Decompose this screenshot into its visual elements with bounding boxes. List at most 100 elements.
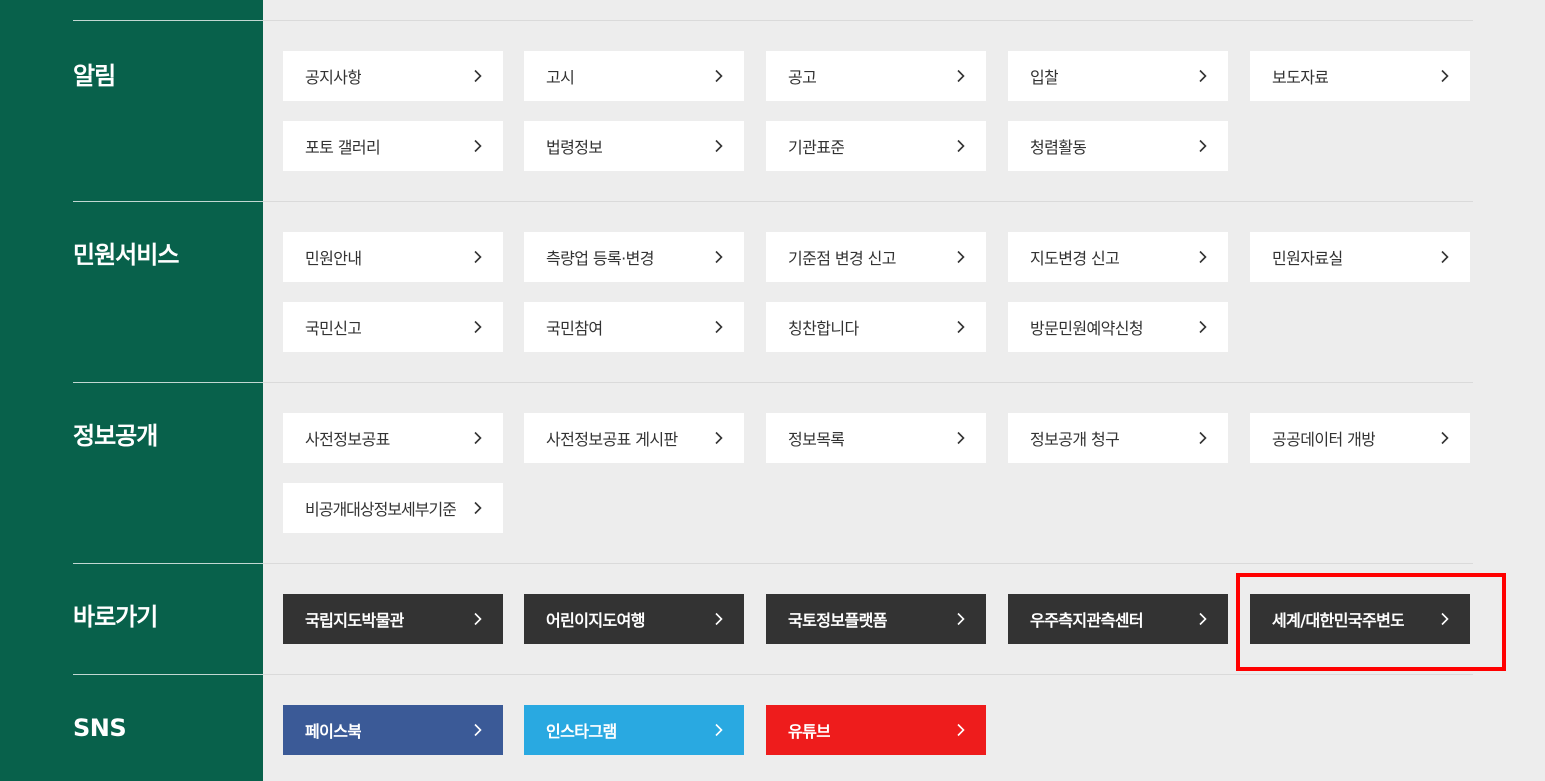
link-label: 공고 xyxy=(788,68,817,87)
chevron-right-icon xyxy=(1441,69,1449,83)
chevron-right-icon xyxy=(957,723,965,737)
link-label: 포토 갤러리 xyxy=(305,138,381,157)
link-instagram[interactable]: 인스타그램 xyxy=(524,705,744,755)
link-space-geodetic-center[interactable]: 우주측지관측센터 xyxy=(1008,594,1228,644)
link-label: 칭찬합니다 xyxy=(788,319,859,338)
link-label: 국토정보플랫폼 xyxy=(788,611,887,630)
chevron-right-icon xyxy=(1199,612,1207,626)
link-info-list[interactable]: 정보목록 xyxy=(766,413,986,463)
chevron-right-icon xyxy=(715,139,723,153)
link-label: 법령정보 xyxy=(546,138,603,157)
link-public-notice[interactable]: 공고 xyxy=(766,51,986,101)
link-label: 민원안내 xyxy=(305,249,362,268)
link-photo-gallery[interactable]: 포토 갤러리 xyxy=(283,121,503,171)
link-nondisclosure-criteria[interactable]: 비공개대상정보세부기준 xyxy=(283,483,503,533)
link-civil-guide[interactable]: 민원안내 xyxy=(283,232,503,282)
divider xyxy=(73,674,263,675)
link-legal-info[interactable]: 법령정보 xyxy=(524,121,744,171)
link-youtube[interactable]: 유튜브 xyxy=(766,705,986,755)
link-label: 공지사항 xyxy=(305,68,362,87)
link-info-request[interactable]: 정보공개 청구 xyxy=(1008,413,1228,463)
link-label: 측량업 등록·변경 xyxy=(546,249,654,268)
chevron-right-icon xyxy=(957,320,965,334)
link-label: 입찰 xyxy=(1030,68,1059,87)
link-compliments[interactable]: 칭찬합니다 xyxy=(766,302,986,352)
link-label: 공공데이터 개방 xyxy=(1272,430,1376,449)
divider xyxy=(263,20,1473,21)
chevron-right-icon xyxy=(1199,250,1207,264)
section-title-notice: 알림 xyxy=(73,62,116,90)
link-label: 기준점 변경 신고 xyxy=(788,249,896,268)
link-kids-map-travel[interactable]: 어린이지도여행 xyxy=(524,594,744,644)
link-civil-archive[interactable]: 민원자료실 xyxy=(1250,232,1470,282)
chevron-right-icon xyxy=(474,320,482,334)
section-title-info-disclosure: 정보공개 xyxy=(73,422,158,450)
link-land-info-platform[interactable]: 국토정보플랫폼 xyxy=(766,594,986,644)
section-title-civil-service: 민원서비스 xyxy=(73,241,179,269)
link-label: 국민신고 xyxy=(305,319,362,338)
chevron-right-icon xyxy=(957,139,965,153)
chevron-right-icon xyxy=(715,723,723,737)
chevron-right-icon xyxy=(1199,139,1207,153)
link-press-release[interactable]: 보도자료 xyxy=(1250,51,1470,101)
chevron-right-icon xyxy=(957,250,965,264)
chevron-right-icon xyxy=(715,320,723,334)
link-label: 사전정보공표 xyxy=(305,430,390,449)
link-announcement[interactable]: 고시 xyxy=(524,51,744,101)
link-label: 민원자료실 xyxy=(1272,249,1343,268)
link-citizen-participation[interactable]: 국민참여 xyxy=(524,302,744,352)
chevron-right-icon xyxy=(474,139,482,153)
link-notice[interactable]: 공지사항 xyxy=(283,51,503,101)
highlight-box xyxy=(1236,573,1506,671)
section-title-shortcuts: 바로가기 xyxy=(73,603,158,631)
link-national-map-museum[interactable]: 국립지도박물관 xyxy=(283,594,503,644)
chevron-right-icon xyxy=(715,250,723,264)
link-label: 페이스북 xyxy=(305,722,362,741)
chevron-right-icon xyxy=(715,431,723,445)
link-prior-disclosure-board[interactable]: 사전정보공표 게시판 xyxy=(524,413,744,463)
link-agency-standards[interactable]: 기관표준 xyxy=(766,121,986,171)
divider xyxy=(263,201,1473,202)
link-facebook[interactable]: 페이스북 xyxy=(283,705,503,755)
chevron-right-icon xyxy=(474,431,482,445)
chevron-right-icon xyxy=(1199,69,1207,83)
section-title-sns: SNS xyxy=(73,714,127,742)
link-label: 정보공개 청구 xyxy=(1030,430,1120,449)
divider xyxy=(73,20,263,21)
link-survey-registration[interactable]: 측량업 등록·변경 xyxy=(524,232,744,282)
link-label: 기관표준 xyxy=(788,138,845,157)
link-integrity-activities[interactable]: 청렴활동 xyxy=(1008,121,1228,171)
link-visit-reservation[interactable]: 방문민원예약신청 xyxy=(1008,302,1228,352)
link-control-point-report[interactable]: 기준점 변경 신고 xyxy=(766,232,986,282)
link-bidding[interactable]: 입찰 xyxy=(1008,51,1228,101)
chevron-right-icon xyxy=(957,612,965,626)
divider xyxy=(73,382,263,383)
chevron-right-icon xyxy=(474,250,482,264)
chevron-right-icon xyxy=(474,723,482,737)
chevron-right-icon xyxy=(474,612,482,626)
chevron-right-icon xyxy=(957,431,965,445)
link-label: 정보목록 xyxy=(788,430,845,449)
link-citizen-report[interactable]: 국민신고 xyxy=(283,302,503,352)
link-label: 어린이지도여행 xyxy=(546,611,645,630)
link-prior-disclosure[interactable]: 사전정보공표 xyxy=(283,413,503,463)
divider xyxy=(73,563,263,564)
link-label: 방문민원예약신청 xyxy=(1030,319,1143,338)
link-label: 우주측지관측센터 xyxy=(1030,611,1143,630)
divider xyxy=(263,382,1473,383)
link-label: 고시 xyxy=(546,68,575,87)
divider xyxy=(263,674,1473,675)
link-label: 인스타그램 xyxy=(546,722,617,741)
chevron-right-icon xyxy=(1441,250,1449,264)
link-label: 보도자료 xyxy=(1272,68,1329,87)
link-label: 비공개대상정보세부기준 xyxy=(305,500,456,519)
divider xyxy=(263,563,1473,564)
link-map-change-report[interactable]: 지도변경 신고 xyxy=(1008,232,1228,282)
link-label: 지도변경 신고 xyxy=(1030,249,1120,268)
link-open-data[interactable]: 공공데이터 개방 xyxy=(1250,413,1470,463)
chevron-right-icon xyxy=(715,612,723,626)
chevron-right-icon xyxy=(1199,431,1207,445)
link-label: 청렴활동 xyxy=(1030,138,1087,157)
link-label: 사전정보공표 게시판 xyxy=(546,430,678,449)
divider xyxy=(73,201,263,202)
